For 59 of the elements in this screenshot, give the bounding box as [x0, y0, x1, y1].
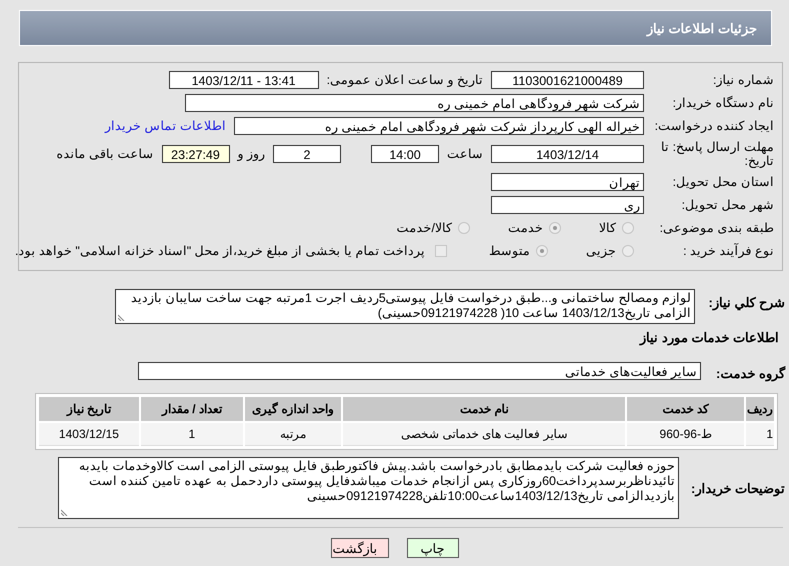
field-label: شرح کلي نياز: — [707, 294, 785, 310]
province-field: تهران — [491, 172, 644, 190]
need-number-field: 1103001621000489 — [491, 70, 644, 88]
radio-button[interactable] — [458, 222, 470, 234]
requester-field: خیراله الهی کارپرداز شرکت شهر فرودگاهی امام خمینی ره — [234, 116, 644, 134]
resize-grip-icon — [118, 313, 126, 321]
column-header: ردیف — [746, 397, 774, 421]
radio-label: کالا/خدمت — [396, 220, 452, 235]
field-label: ساعت — [447, 146, 483, 161]
table-cell: سایر فعالیت های خدماتی شخصی — [343, 423, 626, 446]
field-label: نوع فرآیند خرید : — [682, 243, 775, 258]
field-label: گروه خدمت: — [715, 365, 785, 381]
radio-button[interactable] — [536, 244, 548, 256]
buyer-notes-field: حوزه فعالیت شرکت بایدمطابق بادرخواست باشد.پیش فاکتورطبق فایل پیوستی الزامی است کالاوخدمات بایدبه تائیدناظربرسدپرداخت60روزکاری پس ازانجام خدمات میباشدفایل پیوستی داردحمل به عهده تامین کننده است بازدیدالزامی تاریخ1403/12/13ساعت10:00تلفن09121974228حسینی — [58, 457, 679, 519]
section-heading: اطلاعات خدمات مورد نیاز — [638, 330, 780, 345]
field-label: ساعت باقی مانده — [56, 146, 154, 161]
table-cell: ط-96-960 — [627, 423, 744, 446]
field-label: شهر محل تحویل: — [680, 197, 775, 212]
deadline-date-field: 1403/12/14 — [491, 144, 644, 162]
radio-label: کالا — [599, 220, 616, 235]
table-cell: مرتبه — [244, 423, 342, 446]
field-label: روز و — [238, 146, 265, 161]
deadline-time-field: 14:00 — [371, 144, 439, 162]
page-title: جزئیات اطلاعات نیاز — [646, 20, 757, 36]
radio-label: متوسط — [489, 243, 530, 258]
checkbox[interactable] — [435, 244, 447, 256]
radio-button[interactable] — [622, 244, 634, 256]
table-cell: 1 — [746, 423, 774, 446]
print-button[interactable]: چاپ — [406, 538, 458, 558]
remaining-time-field: 23:27:49 — [162, 144, 230, 162]
field-label: ایجاد کننده درخواست: — [654, 118, 775, 133]
field-label: شماره نیاز: — [712, 72, 775, 87]
buyer-contact-link[interactable]: اطلاعات تماس خریدار — [105, 118, 226, 133]
back-button[interactable]: بازگشت — [330, 538, 388, 558]
days-field: 2 — [273, 144, 341, 162]
description-field: لوازم ومصالح ساختمانی و...طبق درخواست فایل پیوستی5ردیف اجرت 1مرتبه جهت ساخت سایبان بازدید الزامی تاریخ1403/12/13 ساعت 10( 09121974228حسینی) — [115, 289, 695, 324]
table-cell: 1403/12/15 — [39, 423, 139, 446]
radio-label: جزیی — [586, 243, 616, 258]
radio-label: خدمت — [508, 220, 543, 235]
checkbox-label: پرداخت تمام یا بخشی از مبلغ خرید،از محل "اسناد خزانه اسلامی" خواهد بود. — [14, 243, 425, 258]
resize-grip-icon — [61, 508, 69, 516]
column-header: کد خدمت — [627, 397, 744, 421]
city-field: ری — [491, 196, 644, 214]
field-label: استان محل تحویل: — [672, 174, 775, 189]
field-label: مهلت ارسال پاسخ: تا تاریخ: — [660, 140, 775, 168]
service-group-field: سایر فعالیت‌های خدماتی — [138, 362, 701, 380]
column-header: تعداد / مقدار — [140, 397, 243, 421]
announce-date-field: 1403/12/11 - 13:41 — [168, 70, 319, 88]
field-label: نام دستگاه خریدار: — [672, 95, 775, 110]
column-header: تاریخ نیاز — [39, 397, 139, 421]
column-header: واحد اندازه گیری — [244, 397, 342, 421]
radio-button[interactable] — [622, 222, 634, 234]
table-cell: 1 — [140, 423, 243, 446]
buyer-org-field: شرکت شهر فرودگاهی امام خمینی ره — [185, 94, 644, 112]
column-header: نام خدمت — [343, 397, 626, 421]
radio-button[interactable] — [549, 222, 561, 234]
field-label: تاریخ و ساعت اعلان عمومی: — [326, 72, 483, 87]
field-label: طبقه بندی موضوعی: — [658, 220, 775, 235]
field-label: توضیحات خریدار: — [690, 480, 785, 496]
